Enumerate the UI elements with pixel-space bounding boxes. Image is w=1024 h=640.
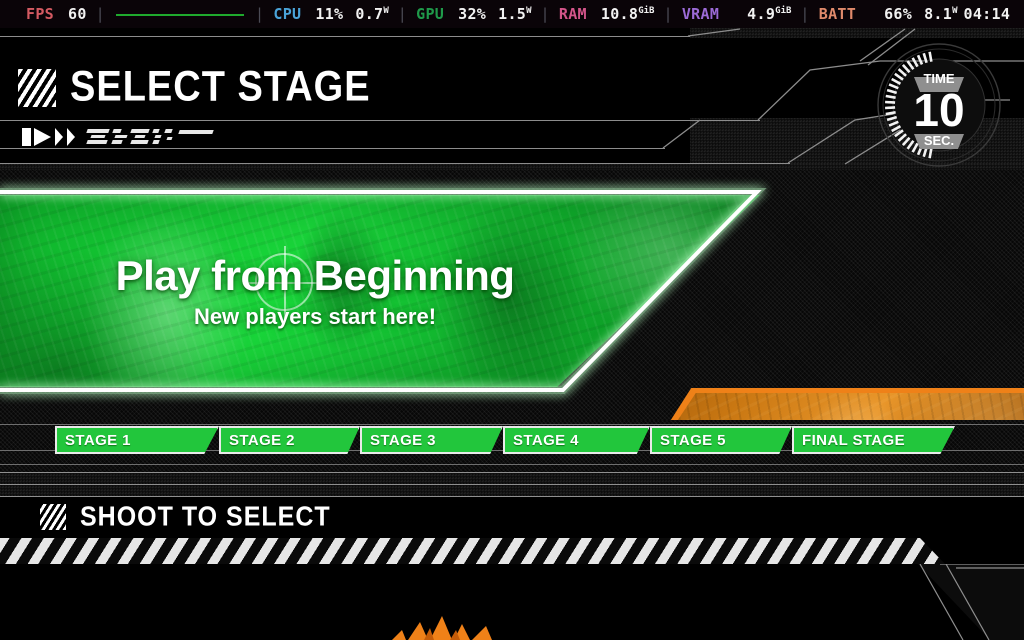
performance-overlay-bar: FPS 60 | | CPU 11% 0.7W | GPU 32% 1.5W |… [0,0,1024,28]
timer-tick [928,51,933,62]
stage-buttons-row: STAGE 1 STAGE 2 STAGE 3 STAGE 4 STAGE 5 FINAL… [0,420,1024,472]
header-subtitle-row [22,128,215,146]
timer-tick [885,100,896,104]
muzzle-flash-icon [392,616,492,640]
stage-button[interactable]: FINAL STAGE [792,426,955,454]
timer-tick [901,136,911,146]
footer: SHOOT TO SELECT [0,472,1024,640]
stage-button-label: FINAL STAGE [802,431,906,449]
timer-tick [928,148,933,159]
stage-select-timer: TIME SEC. 10 [876,42,1002,168]
stage-button-label: STAGE 3 [370,431,436,449]
game-screen: FPS 60 | | CPU 11% 0.7W | GPU 32% 1.5W |… [0,0,1024,640]
hatch-block-icon [40,504,66,530]
timer-tick [894,72,904,81]
timer-value: 10 [913,84,964,136]
timer-tick [888,120,899,127]
glitched-subtitle-text [85,128,215,146]
timer-tick [894,129,904,138]
chevron-right-icon [67,128,75,146]
gpu-power: 1.5W [498,5,532,23]
perf-gpu-group: GPU 32% 1.5W [416,5,531,23]
footer-rule [0,472,1024,473]
timer-tick [916,54,924,65]
stage-button-label: STAGE 4 [513,431,579,449]
page-title-row: SELECT STAGE [18,63,371,111]
cpu-label: CPU [273,5,302,23]
play-arrow-icon [34,128,51,146]
separator: | [800,5,810,23]
stage-panels-area: Play from Beginning New players start he… [0,170,1024,420]
perf-ram-group: RAM 10.8GiB [559,5,655,23]
separator: | [397,5,408,23]
stage-button-label: STAGE 2 [229,431,295,449]
gpu-usage: 32% [458,5,487,23]
hazard-stripe-band [0,538,945,564]
header: SELECT STAGE TIME SEC. 10 [0,28,1024,170]
perf-cpu-group: CPU 11% 0.7W [273,5,388,23]
play-arrow-icon [22,128,31,146]
timer-tick [897,133,907,142]
ram-value: 10.8GiB [600,5,655,23]
footer-rule [0,484,1024,485]
separator: | [663,5,673,23]
timer-tick [888,83,899,90]
cpu-power: 0.7W [355,5,389,23]
shoot-to-select-hint: SHOOT TO SELECT [0,498,1024,536]
separator: | [540,5,550,23]
timer-tick [906,140,915,150]
footer-rule [0,496,1024,497]
shoot-to-select-label: SHOOT TO SELECT [80,501,331,532]
separator: | [95,5,106,23]
fps-value: 60 [68,5,87,23]
timer-tick [885,106,896,110]
stage-button-label: STAGE 1 [65,431,131,449]
stage-button[interactable]: STAGE 1 [55,426,219,454]
batt-time-remaining: 04:14 [963,5,1011,23]
gpu-label: GPU [416,5,445,23]
perf-batt-group: BATT 66% 8.1W 04:14 [819,5,1010,23]
cpu-usage: 11% [315,5,344,23]
stage-button[interactable]: STAGE 5 [650,426,792,454]
stage-button-label: STAGE 5 [660,431,726,449]
perf-vram-group: VRAM 4.9GiB [682,5,792,23]
stage-button[interactable]: STAGE 3 [360,426,503,454]
stage-row-rule [0,424,1024,425]
batt-percent: 66% [884,5,913,23]
timer-tick [885,111,896,116]
chevron-right-icon [55,128,63,146]
fps-label: FPS [26,5,54,23]
stage-button[interactable]: STAGE 4 [503,426,650,454]
hatch-block-icon [18,68,56,107]
separator: | [255,5,265,23]
stage-row-rule [0,464,1024,465]
stage-button[interactable]: STAGE 2 [219,426,360,454]
ram-label: RAM [558,5,587,23]
vram-label: VRAM [681,5,720,23]
batt-label: BATT [818,5,857,23]
fps-sparkline-graph-icon [116,7,245,21]
timer-tick [885,94,896,99]
crosshair-reticle-icon [248,246,320,318]
timer-tick [906,60,915,70]
timer-tick [897,68,907,77]
batt-power: 8.1W [924,5,958,23]
page-title: SELECT STAGE [70,63,371,111]
timer-tick [901,64,911,74]
vram-value: 4.9GiB [747,5,792,23]
perf-fps-group: FPS 60 [26,5,87,23]
